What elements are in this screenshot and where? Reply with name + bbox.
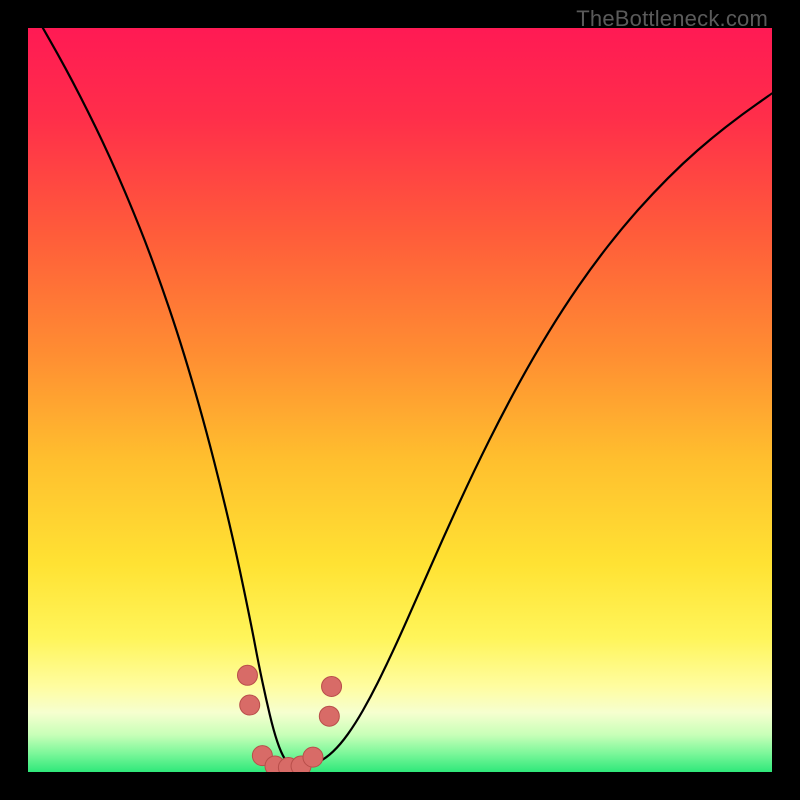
bottleneck-curve: [43, 28, 772, 767]
data-marker: [322, 676, 342, 696]
data-marker: [240, 695, 260, 715]
data-marker: [319, 706, 339, 726]
data-marker: [237, 665, 257, 685]
chart-canvas: [28, 28, 772, 772]
plot-area: [28, 28, 772, 772]
data-marker: [303, 747, 323, 767]
marker-group: [237, 665, 341, 772]
outer-frame: TheBottleneck.com: [0, 0, 800, 800]
